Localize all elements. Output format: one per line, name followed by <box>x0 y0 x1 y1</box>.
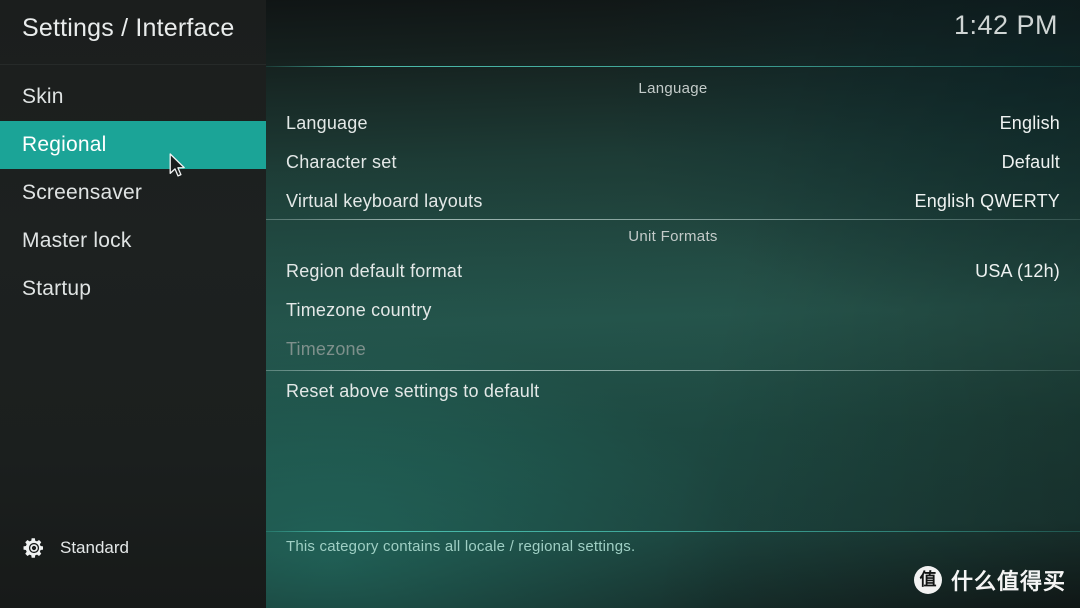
setting-row-region-default-format[interactable]: Region default format USA (12h) <box>266 252 1080 291</box>
setting-label: Character set <box>286 152 397 172</box>
kodi-settings-screen: 1:42 PM Language Language English Charac… <box>0 0 1080 608</box>
panel-top-divider <box>266 66 1080 67</box>
setting-value: USA (12h) <box>975 261 1060 281</box>
sidebar-item-skin[interactable]: Skin <box>0 73 266 121</box>
setting-label: Language <box>286 113 368 133</box>
sidebar-item-master-lock[interactable]: Master lock <box>0 217 266 265</box>
settings-level-label: Standard <box>60 538 129 557</box>
watermark-badge-icon: 值 <box>913 566 942 594</box>
help-divider <box>266 531 1080 532</box>
sidebar: Settings / Interface Skin Regional Scree… <box>0 0 266 608</box>
setting-row-timezone-country[interactable]: Timezone country <box>266 291 1080 330</box>
sidebar-item-regional[interactable]: Regional <box>0 121 266 169</box>
setting-row-timezone: Timezone <box>266 330 1080 369</box>
setting-label: Region default format <box>286 261 463 281</box>
group-header-unit-formats: Unit Formats <box>628 228 718 245</box>
setting-label: Reset above settings to default <box>286 381 540 401</box>
sidebar-item-label: Regional <box>22 133 107 156</box>
watermark: 值 什么值得买 <box>913 564 1066 596</box>
sidebar-item-label: Skin <box>22 85 64 108</box>
group-header-language: Language <box>638 80 708 97</box>
sidebar-item-label: Screensaver <box>22 181 143 204</box>
setting-label: Timezone <box>286 339 366 359</box>
gear-icon <box>22 536 46 560</box>
setting-label: Timezone country <box>286 300 432 320</box>
setting-row-language[interactable]: Language English <box>266 104 1080 143</box>
setting-row-character-set[interactable]: Character set Default <box>266 143 1080 182</box>
page-title: Settings / Interface <box>22 14 235 42</box>
sidebar-item-startup[interactable]: Startup <box>0 265 266 313</box>
setting-row-reset-to-default[interactable]: Reset above settings to default <box>266 372 1080 411</box>
setting-label: Virtual keyboard layouts <box>286 191 483 211</box>
sidebar-item-screensaver[interactable]: Screensaver <box>0 169 266 217</box>
sidebar-item-label: Startup <box>22 277 92 300</box>
setting-value: English <box>999 113 1060 133</box>
sidebar-item-label: Master lock <box>22 229 132 252</box>
settings-content-panel: 1:42 PM Language Language English Charac… <box>266 0 1080 608</box>
sidebar-title-divider <box>0 64 266 65</box>
watermark-text: 什么值得买 <box>950 570 1066 595</box>
reset-divider <box>266 370 1080 371</box>
clock: 1:42 PM <box>953 10 1058 40</box>
sidebar-nav-list: Skin Regional Screensaver Master lock St… <box>0 73 266 313</box>
setting-row-virtual-keyboard-layouts[interactable]: Virtual keyboard layouts English QWERTY <box>266 182 1080 221</box>
help-text: This category contains all locale / regi… <box>286 538 636 555</box>
setting-value: Default <box>1001 152 1060 172</box>
settings-level-button[interactable]: Standard <box>22 536 129 560</box>
setting-value: English QWERTY <box>914 191 1060 211</box>
